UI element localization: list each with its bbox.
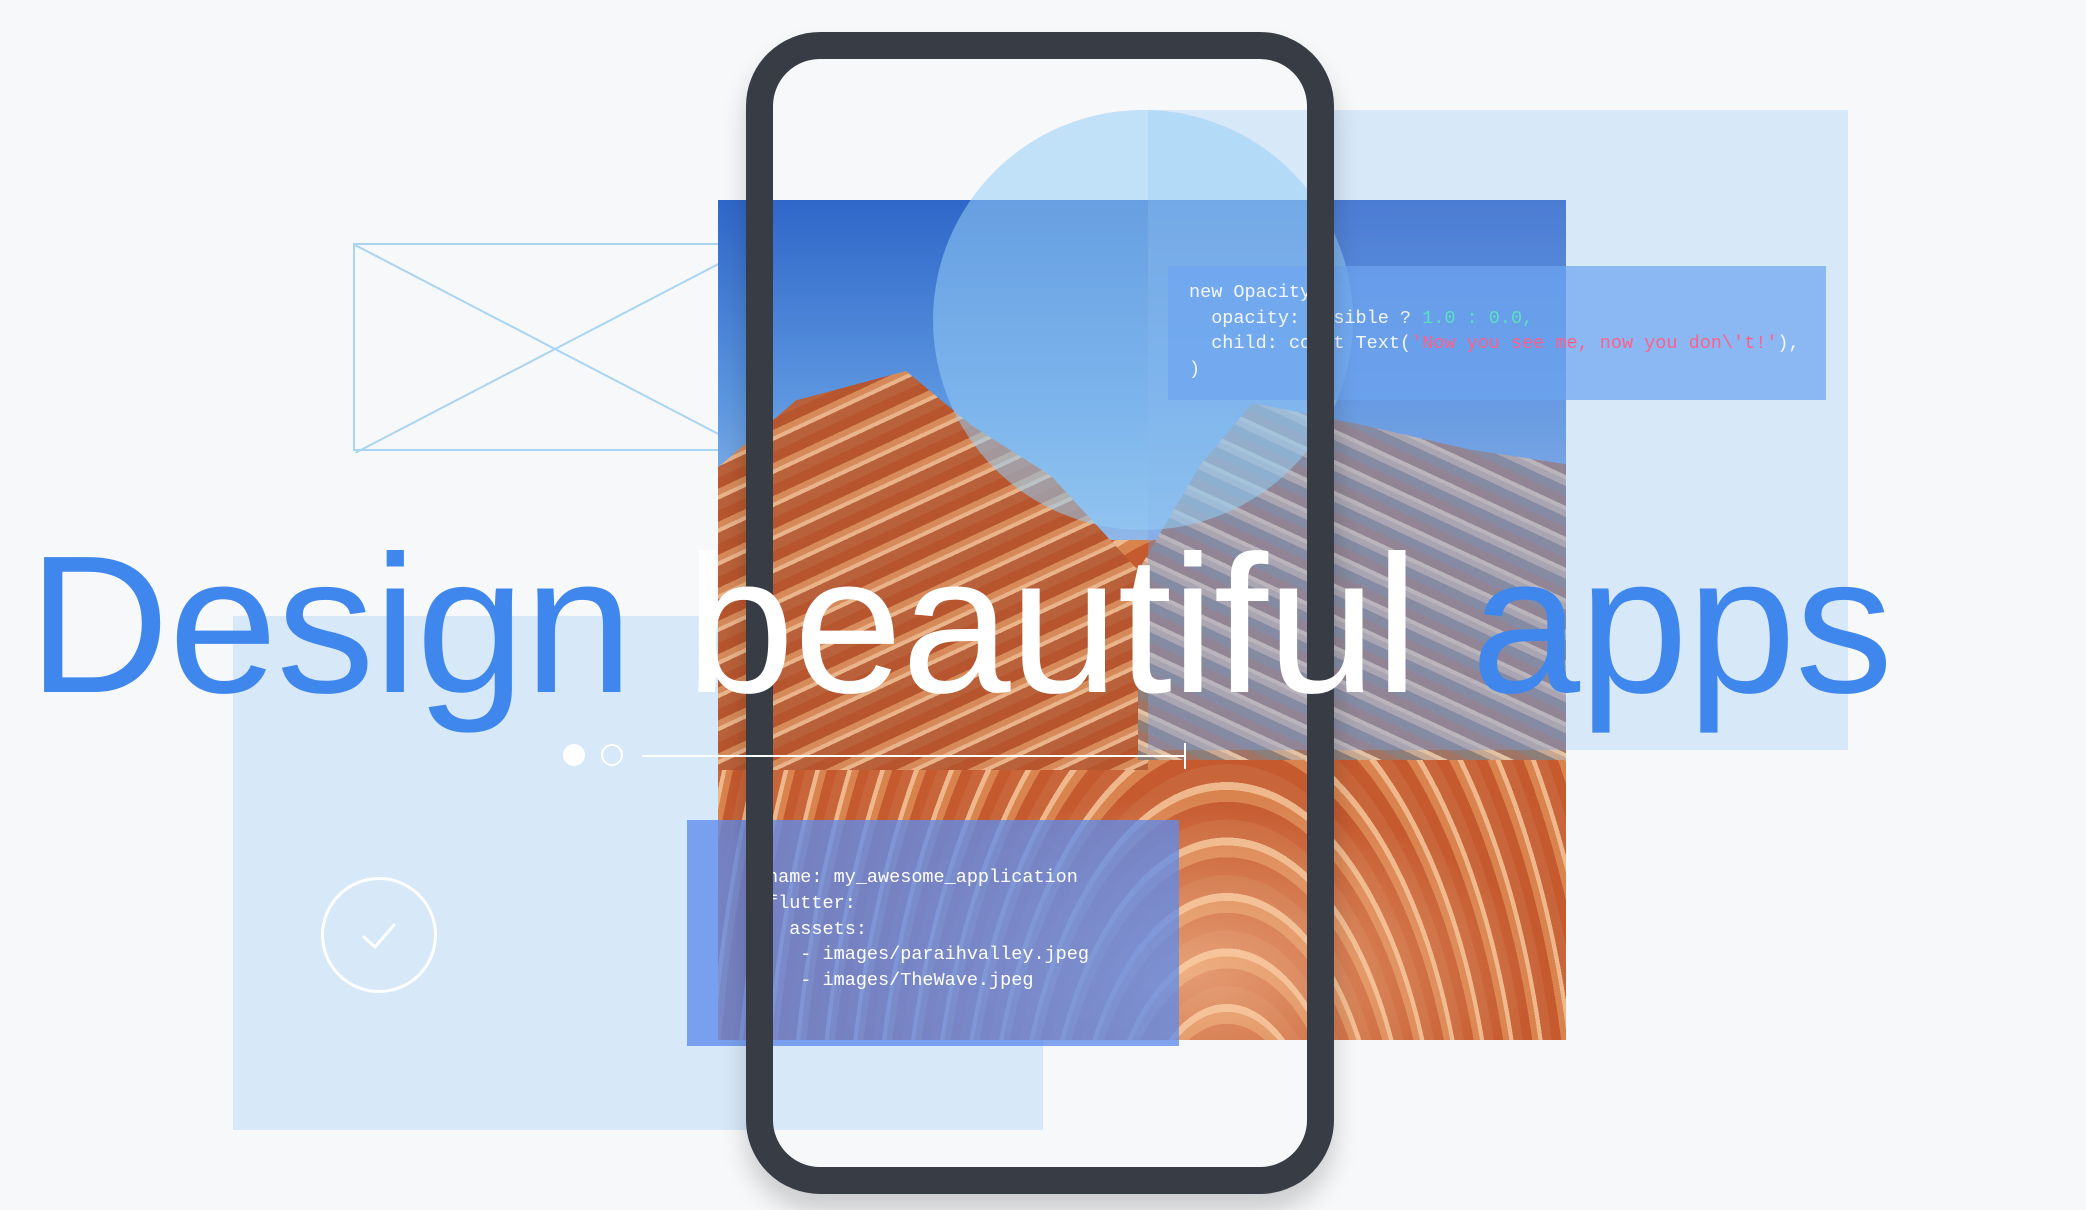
code-punct: , bbox=[1522, 307, 1534, 329]
pager-dot-inactive[interactable] bbox=[601, 744, 623, 766]
headline: Design beautiful apps bbox=[28, 520, 2086, 730]
code-string: 'Now you see me, now you don\'t!' bbox=[1411, 333, 1778, 354]
headline-word-design: Design bbox=[28, 515, 633, 734]
headline-word-beautiful: beautiful bbox=[685, 515, 1419, 734]
image-placeholder-icon bbox=[353, 243, 755, 453]
pager-dot-active[interactable] bbox=[563, 744, 585, 766]
code-separator: : bbox=[1455, 307, 1489, 329]
headline-word-apps: apps bbox=[1471, 515, 1893, 734]
check-icon bbox=[321, 877, 437, 993]
slider-end-tick bbox=[1184, 743, 1186, 769]
code-number: 1.0 bbox=[1422, 307, 1456, 329]
slider-track[interactable] bbox=[642, 755, 1186, 757]
code-punct: ), bbox=[1777, 333, 1800, 354]
code-number: 0.0 bbox=[1488, 307, 1523, 329]
